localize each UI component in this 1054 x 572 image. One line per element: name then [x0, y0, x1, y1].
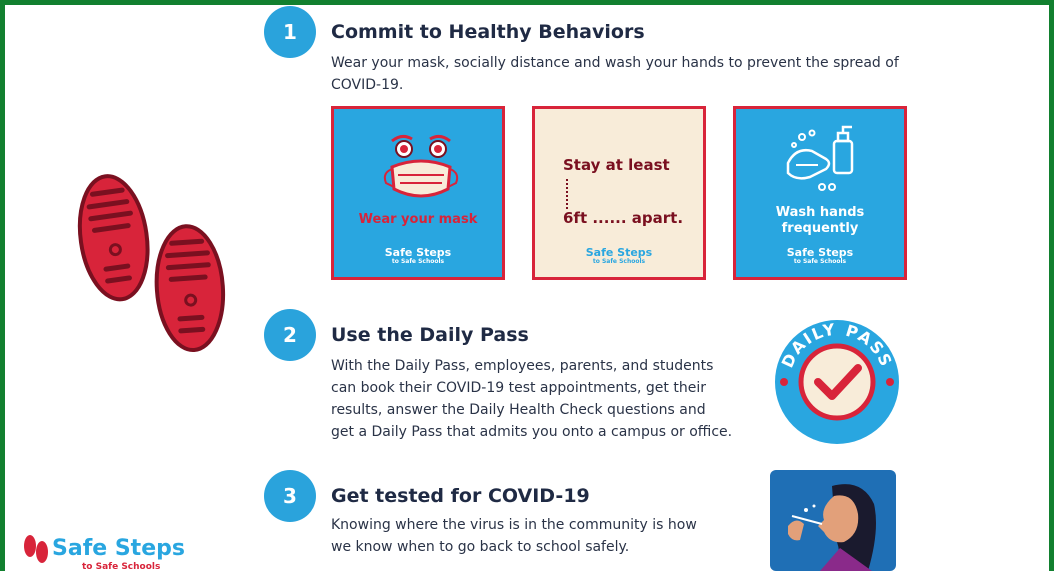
step-2-body: With the Daily Pass, employees, parents,…	[331, 355, 751, 443]
wear-mask-card: Wear your mask Safe Steps to Safe School…	[331, 106, 505, 280]
step-3-body: Knowing where the virus is in the commun…	[331, 514, 751, 558]
step-3-number: 3	[264, 470, 316, 522]
step-1-body-line: Wear your mask, socially distance and wa…	[331, 55, 899, 71]
footprints-icon	[77, 174, 226, 353]
step-2-body-line: get a Daily Pass that admits you onto a …	[331, 424, 733, 440]
wash-caption-line: Wash hands	[775, 205, 865, 220]
step-1-number: 1	[264, 6, 316, 58]
distance-line-2: 6ft ...... apart.	[563, 209, 684, 227]
hand-wash-icon	[786, 125, 854, 191]
step-2-body-line: With the Daily Pass, employees, parents,…	[331, 358, 714, 374]
daily-pass-check-icon: DAILY PASS	[775, 320, 899, 444]
step-3-title: Get tested for COVID-19	[331, 485, 590, 507]
distance-line-1: Stay at least	[563, 156, 670, 174]
wash-caption-line: frequently	[781, 221, 859, 236]
card-brand-logo: Safe Steps to Safe Schools	[535, 246, 703, 265]
logo-name: Safe Steps	[52, 536, 185, 561]
step-2-body-line: results, answer the Daily Health Check q…	[331, 402, 706, 418]
wash-hands-card: Wash hands frequently Safe Steps to Safe…	[733, 106, 907, 280]
step-1-body: Wear your mask, socially distance and wa…	[331, 52, 931, 96]
card-brand-logo: Safe Steps to Safe Schools	[736, 246, 904, 265]
safe-steps-logo: Safe Steps to Safe Schools	[22, 532, 222, 572]
card-brand-sub: to Safe Schools	[793, 258, 847, 265]
card-brand-sub: to Safe Schools	[391, 258, 445, 265]
nasal-swab-test-icon	[770, 470, 896, 571]
step-2-number: 2	[264, 309, 316, 361]
step-2-title: Use the Daily Pass	[331, 324, 529, 346]
wash-caption: Wash hands frequently	[736, 205, 904, 237]
distance-dotted-line	[566, 179, 568, 209]
card-brand-logo: Safe Steps to Safe Schools	[334, 246, 502, 265]
footprints-logo-icon	[24, 535, 48, 563]
step-2-body-line: can book their COVID-19 test appointment…	[331, 380, 706, 396]
step-3-body-line: we know when to go back to school safely…	[331, 539, 630, 555]
face-mask-icon	[383, 134, 459, 198]
step-3-body-line: Knowing where the virus is in the commun…	[331, 517, 697, 533]
mask-caption: Wear your mask	[358, 212, 478, 227]
distance-card: Stay at least 6ft ...... apart. Safe Ste…	[532, 106, 706, 280]
step-1-title: Commit to Healthy Behaviors	[331, 21, 645, 43]
step-1-body-line: COVID-19.	[331, 77, 404, 93]
card-brand-sub: to Safe Schools	[592, 258, 646, 265]
